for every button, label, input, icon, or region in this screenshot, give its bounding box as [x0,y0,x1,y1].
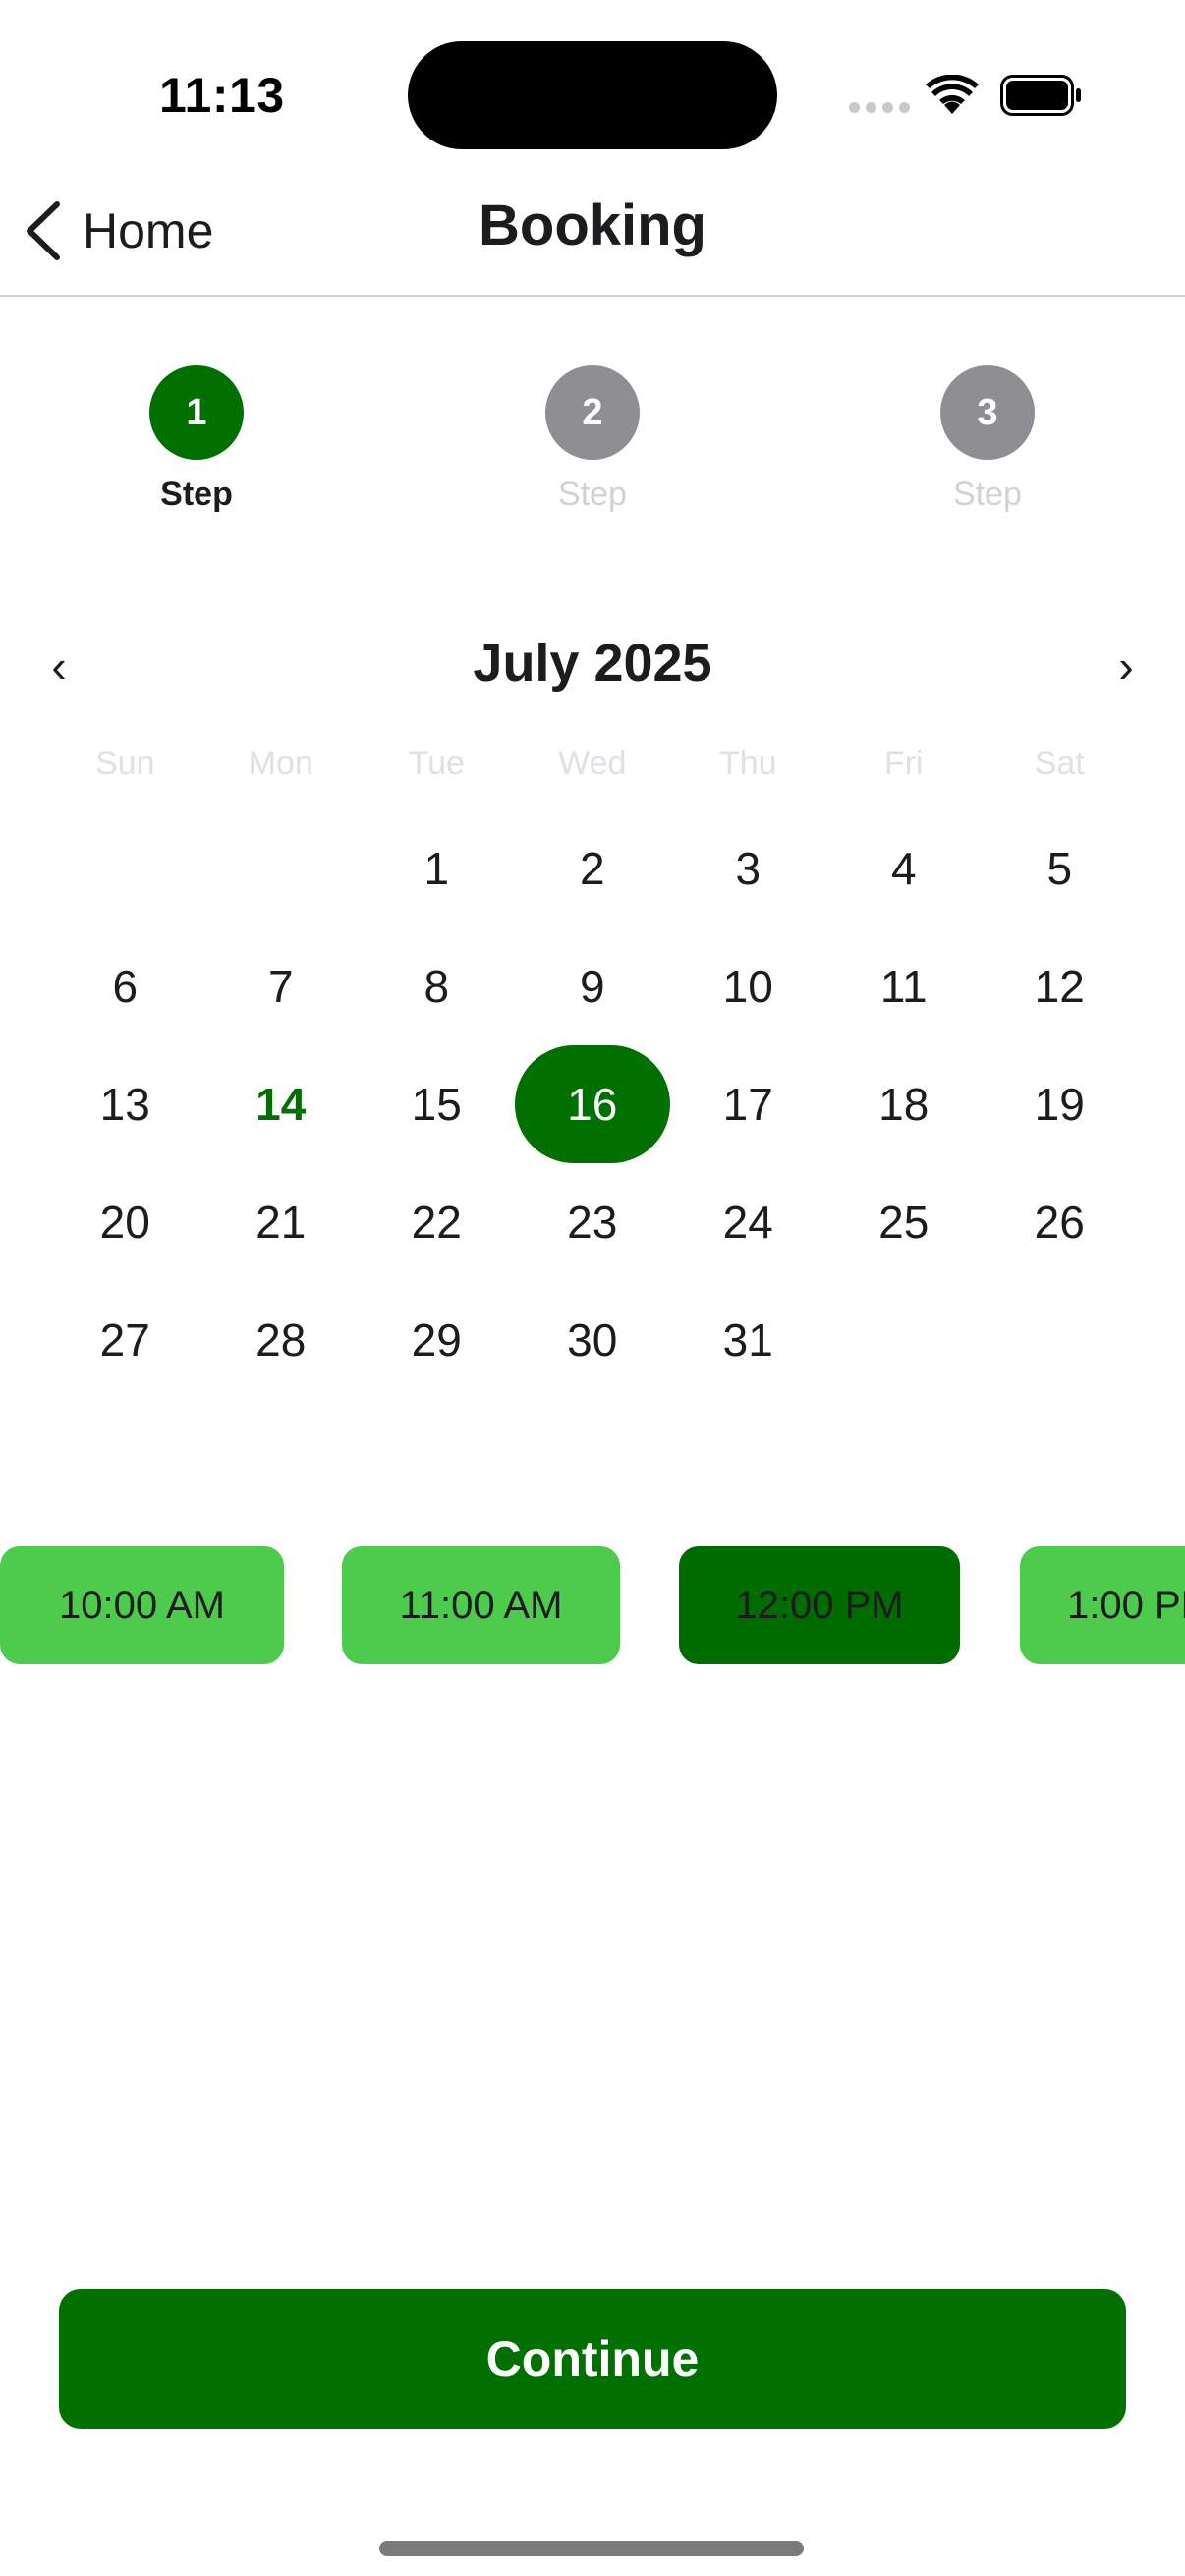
status-time: 11:13 [159,68,285,123]
time-slot[interactable]: 12:00 PM [679,1546,960,1664]
calendar-day-grid: 1 2 3 4 5 6 7 8 9 10 11 12 13 14 15 16 17 18 19 20 21 22 23 24 2… [47,810,1138,1399]
calendar-day[interactable]: 16 [514,1045,671,1163]
weekday-header: Sun Mon Tue Wed Thu Fri Sat [47,745,1138,783]
page-title: Booking [479,194,706,257]
next-month-button[interactable]: › [1097,637,1156,696]
booking-screen: 11:13 Home Booking 1 Step 2 Step 3 Step … [0,0,1185,2576]
weekday-label: Sun [95,745,155,782]
time-slot-row: 10:00 AM 11:00 AM 12:00 PM 1:00 PM [0,1546,1185,1664]
battery-icon [1000,75,1081,116]
time-slot[interactable]: 1:00 PM [1020,1546,1185,1664]
step-2: 2 Step [494,365,691,514]
calendar-day[interactable]: 27 [47,1281,203,1399]
calendar-day[interactable]: 7 [203,927,360,1045]
step-number: 1 [149,365,244,460]
step-1: 1 Step [98,365,295,514]
cellular-signal-icon [849,102,910,113]
calendar-day[interactable]: 21 [203,1163,360,1281]
step-label: Step [953,476,1022,513]
calendar-day[interactable]: 1 [359,810,515,927]
step-label: Step [558,476,627,513]
step-number: 2 [545,365,640,460]
weekday-label: Mon [248,745,313,782]
weekday-label: Wed [558,745,627,782]
weekday-label: Fri [883,745,924,782]
calendar-day[interactable]: 22 [359,1163,515,1281]
home-indicator[interactable] [379,2541,804,2556]
selected-day-pill: 16 [514,1045,670,1163]
continue-button[interactable]: Continue [59,2289,1126,2429]
calendar-day[interactable]: 2 [515,810,671,927]
calendar-day[interactable]: 30 [515,1281,671,1399]
calendar-day[interactable]: 24 [670,1163,826,1281]
weekday-label: Tue [408,745,465,782]
calendar-day[interactable]: 15 [359,1045,515,1163]
calendar-day[interactable]: 9 [515,927,671,1045]
calendar-day-empty [47,810,203,927]
calendar-day[interactable]: 3 [670,810,826,927]
dynamic-island [408,41,777,149]
time-slot[interactable]: 10:00 AM [0,1546,284,1664]
step-3: 3 Step [889,365,1086,514]
calendar-day[interactable]: 19 [982,1045,1138,1163]
calendar-day[interactable]: 17 [670,1045,826,1163]
weekday-label: Thu [718,745,777,782]
calendar-day[interactable]: 23 [515,1163,671,1281]
calendar-day[interactable]: 10 [670,927,826,1045]
calendar-day[interactable]: 12 [982,927,1138,1045]
step-number: 3 [940,365,1035,460]
calendar-day[interactable]: 11 [826,927,983,1045]
calendar-day[interactable]: 5 [982,810,1138,927]
calendar-day[interactable]: 20 [47,1163,203,1281]
nav-divider [0,295,1185,297]
calendar-day[interactable]: 29 [359,1281,515,1399]
calendar-month-title: July 2025 [473,634,712,693]
time-slot[interactable]: 11:00 AM [342,1546,620,1664]
weekday-label: Sat [1034,745,1085,782]
calendar-day[interactable]: 8 [359,927,515,1045]
calendar-day[interactable]: 31 [670,1281,826,1399]
wifi-icon [926,75,979,114]
step-label: Step [160,476,233,513]
calendar-day[interactable]: 25 [826,1163,983,1281]
calendar-day[interactable]: 13 [47,1045,203,1163]
calendar-day[interactable]: 6 [47,927,203,1045]
calendar-day-empty [203,810,360,927]
calendar-day[interactable]: 28 [203,1281,360,1399]
calendar-day[interactable]: 26 [982,1163,1138,1281]
calendar-day[interactable]: 14 [203,1045,360,1163]
calendar-day[interactable]: 18 [826,1045,983,1163]
calendar-day[interactable]: 4 [826,810,983,927]
